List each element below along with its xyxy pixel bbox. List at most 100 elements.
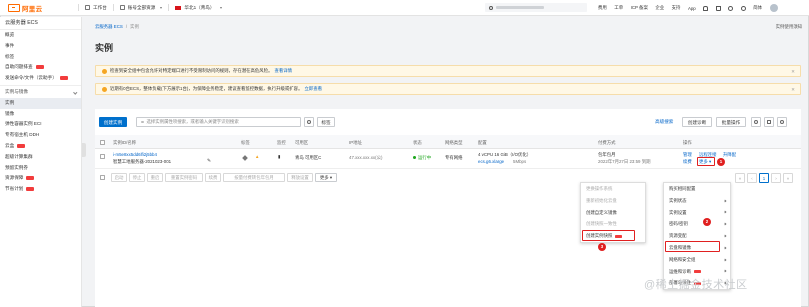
col-network[interactable]: 网络类型	[445, 140, 463, 146]
instance-search-input[interactable]: 选择实例属性项搜索，或者输入关键字识别搜索	[136, 117, 301, 127]
col-status[interactable]: 状态	[413, 140, 422, 146]
menu-item-instance-settings[interactable]: 实例设置	[664, 207, 730, 219]
icp-link[interactable]: ICP 备案	[631, 5, 648, 11]
sidebar-item-eci[interactable]: 弹性容器实例 ECI	[0, 119, 81, 130]
sidebar-item-label: 节省计划	[5, 186, 24, 192]
search-placeholder: 选择实例属性项搜索，或者输入关键字识别搜索	[146, 119, 239, 124]
submenu-item-create-custom-image[interactable]: 创建自定义镜像	[581, 207, 645, 219]
convert-billing-button[interactable]: 按量付费转包年包月	[223, 173, 285, 182]
bulk-select-checkbox[interactable]	[100, 175, 105, 180]
notice-link[interactable]: 查看详情	[274, 68, 292, 74]
page-1-button[interactable]: 1	[759, 173, 769, 183]
bulk-action-bar: 启动 停止 重启 重置实例密码 续费 按量付费转包年包月 释放设置 更多 ▾	[95, 172, 415, 184]
submenu-item-replace-os[interactable]: 更换操作系统	[581, 183, 645, 195]
restart-button[interactable]: 重启	[147, 173, 163, 182]
workbench-label: 工作台	[93, 4, 107, 10]
renew-link[interactable]: 续费	[683, 159, 692, 165]
monitor-icon[interactable]: ▮	[278, 154, 280, 160]
ticket-link[interactable]: 工单	[614, 5, 623, 11]
config-type-link[interactable]: ecs.g6.xlarge	[478, 159, 504, 164]
next-page-button[interactable]: ›	[771, 173, 781, 183]
sidebar-item-events[interactable]: 事件	[0, 41, 81, 52]
row-checkbox[interactable]	[100, 154, 105, 159]
bell-icon[interactable]	[703, 5, 709, 11]
top-navigation-bar: 阿里云 工作台 账号全部资源 华北1（青岛） 费用 工单 ICP 备案 企业 支…	[0, 0, 809, 16]
china-flag-icon	[175, 5, 182, 10]
sidebar-item-ddh[interactable]: 专有宿主机 DDH	[0, 130, 81, 141]
sidebar-item-capacity[interactable]: 资源保障	[0, 173, 81, 184]
account-dropdown[interactable]: 账号全部资源	[119, 5, 163, 11]
alert-icon[interactable]: ▲	[255, 154, 259, 159]
aliyun-logo-icon	[8, 3, 20, 12]
sidebar-item-images[interactable]: 镜像	[0, 109, 81, 120]
sidebar-item-cloud-assistant[interactable]: 发送命令/文件（云助手）	[0, 73, 81, 84]
notice-link[interactable]: 立即查看	[304, 86, 322, 92]
sidebar-item-troubleshoot[interactable]: 自助问题排查	[0, 62, 81, 73]
menu-item-instance-status[interactable]: 实例状态	[664, 195, 730, 207]
submenu-item-reinit-disk[interactable]: 重新初始化云盘	[581, 195, 645, 207]
sidebar-item-tags[interactable]: 标签	[0, 52, 81, 63]
enterprise-link[interactable]: 企业	[655, 5, 664, 11]
cart-icon[interactable]	[715, 5, 721, 11]
avatar[interactable]	[769, 4, 778, 12]
refresh-button[interactable]	[751, 117, 761, 127]
instance-guide-link[interactable]: 实例使用须知	[776, 24, 802, 30]
download-button[interactable]	[764, 117, 774, 127]
sidebar-item-instances[interactable]: 实例	[0, 97, 81, 109]
stop-button[interactable]: 停止	[129, 173, 145, 182]
warning-icon	[102, 68, 107, 74]
sidebar-item-label: 自助问题排查	[5, 64, 33, 70]
bulk-more-button[interactable]: 更多 ▾	[315, 173, 337, 182]
advanced-search-link[interactable]: 高级搜索	[655, 119, 673, 125]
create-diagnosis-button[interactable]: 创建诊断	[682, 117, 712, 127]
sidebar-group-instances-images[interactable]: 实例与镜像	[0, 87, 81, 98]
settings-button[interactable]	[777, 117, 787, 127]
reset-password-button[interactable]: 重置实例密码	[165, 173, 203, 182]
select-all-checkbox[interactable]	[100, 139, 105, 145]
col-zone[interactable]: 可用区	[295, 140, 308, 146]
billing-link[interactable]: 费用	[598, 5, 607, 11]
tag-filter-button[interactable]: 标签	[317, 117, 335, 127]
release-settings-button[interactable]: 释放设置	[287, 173, 313, 182]
submenu-item-create-consistent-snapshot[interactable]: 创建快照一致性	[581, 218, 645, 230]
menu-item-password-keys[interactable]: 密码/密钥	[664, 218, 730, 230]
breadcrumb-ecs[interactable]: 云服务器 ECS	[95, 24, 123, 29]
language-switch[interactable]: 简体	[753, 5, 762, 11]
global-search-input[interactable]	[485, 3, 587, 12]
app-link[interactable]: App	[688, 6, 696, 11]
globe-icon[interactable]	[740, 5, 746, 11]
col-instance-id[interactable]: 实例ID/名称	[113, 140, 136, 146]
create-instance-button[interactable]: 创建实例	[99, 117, 127, 127]
renew-button[interactable]: 续费	[205, 173, 221, 182]
support-link[interactable]: 支持	[672, 5, 681, 11]
new-badge	[26, 176, 35, 180]
sidebar-item-overview[interactable]: 概览	[0, 30, 81, 41]
start-button[interactable]: 启动	[111, 173, 127, 182]
region-dropdown[interactable]: 华北1（青岛）	[175, 5, 222, 11]
sidebar-item-cloudbox[interactable]: 云盒	[0, 141, 81, 152]
col-tags[interactable]: 标签	[241, 140, 250, 146]
search-type-select[interactable]	[129, 117, 135, 127]
col-billing[interactable]: 付费方式	[598, 140, 616, 146]
aliyun-logo[interactable]: 阿里云	[8, 3, 72, 13]
search-button[interactable]	[304, 117, 314, 127]
tag-icon[interactable]	[242, 155, 248, 161]
batch-ops-button[interactable]: 批量操作	[716, 117, 746, 127]
sidebar-item-scc[interactable]: 超级计算集群	[0, 152, 81, 163]
close-icon[interactable]: ✕	[791, 69, 795, 75]
last-page-button[interactable]: »	[783, 173, 793, 183]
close-icon[interactable]: ✕	[791, 87, 795, 93]
sidebar-item-savings-plan[interactable]: 节省计划	[0, 184, 81, 195]
edit-icon[interactable]: ✎	[207, 159, 211, 164]
sidebar-item-ri[interactable]: 预留实例券	[0, 163, 81, 174]
question-icon[interactable]	[728, 5, 734, 11]
menu-item-buy-same[interactable]: 购买相同配置	[664, 183, 730, 195]
workbench-link[interactable]: 工作台	[85, 5, 107, 11]
resize-link[interactable]: 升降配	[723, 152, 736, 158]
instance-id-link[interactable]: i-m5e8xx5dd6lfi2j5bb4	[113, 152, 157, 157]
chevron-right-icon	[723, 222, 727, 226]
prev-page-button[interactable]: ‹	[747, 173, 757, 183]
menu-item-network-security[interactable]: 网络和安全组	[664, 254, 730, 266]
manage-link[interactable]: 管理	[683, 152, 692, 158]
first-page-button[interactable]: «	[735, 173, 745, 183]
